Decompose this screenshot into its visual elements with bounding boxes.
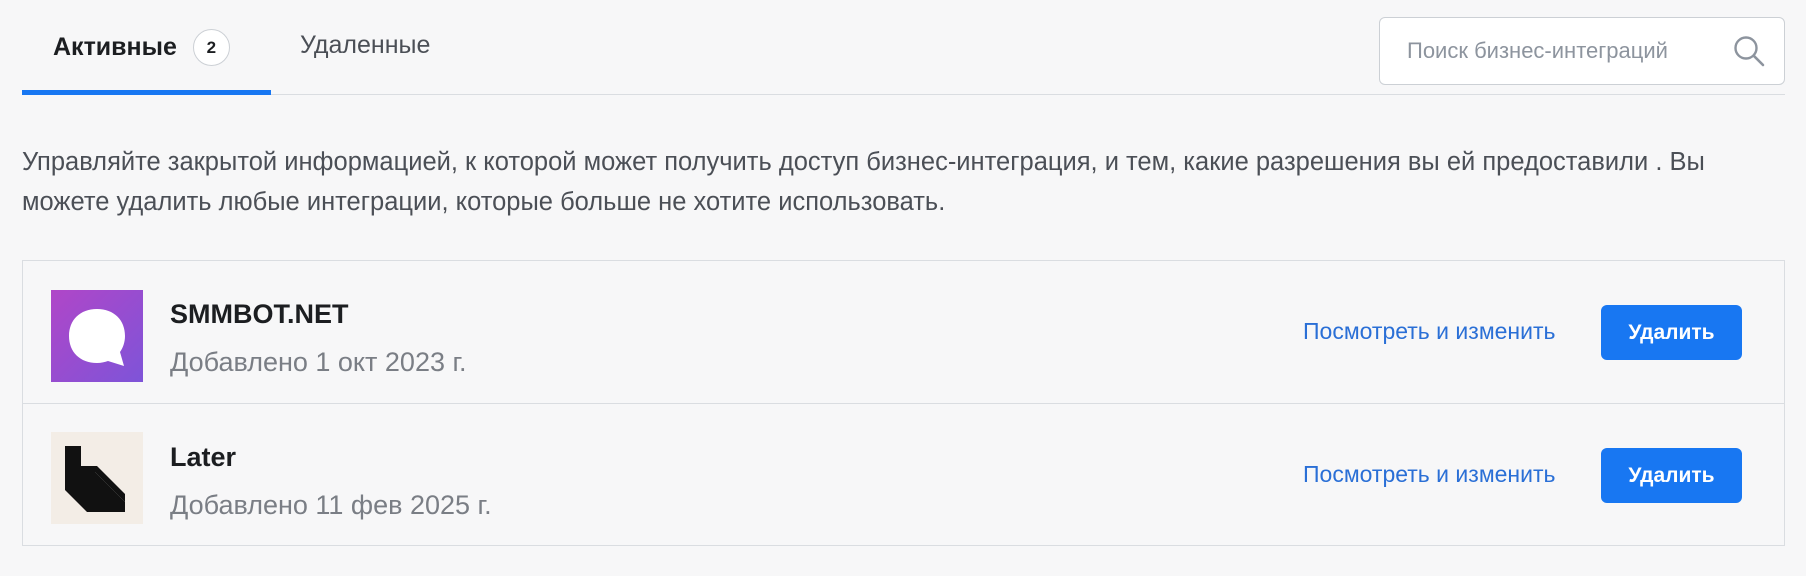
tab-active[interactable]: Активные 2 xyxy=(22,0,271,95)
tab-deleted[interactable]: Удаленные xyxy=(300,0,430,95)
business-integrations-page: Активные 2 Удаленные Управляйте закрытой… xyxy=(0,0,1806,576)
tab-active-label: Активные xyxy=(53,33,177,61)
search-box xyxy=(1379,17,1785,85)
view-and-edit-link[interactable]: Посмотреть и изменить xyxy=(1303,461,1555,488)
integrations-list: SMMBOT.NET Добавлено 1 окт 2023 г. Посмо… xyxy=(22,260,1785,546)
search-input[interactable] xyxy=(1405,37,1732,65)
integration-added-date: Добавлено 1 окт 2023 г. xyxy=(170,347,467,377)
tab-deleted-label: Удаленные xyxy=(300,30,431,59)
tab-active-count-badge: 2 xyxy=(192,29,230,66)
integration-row: Later Добавлено 11 фев 2025 г. Посмотрет… xyxy=(23,403,1784,545)
smmbot-logo xyxy=(51,290,143,382)
search-icon[interactable] xyxy=(1732,34,1766,68)
later-logo xyxy=(51,432,143,524)
page-description: Управляйте закрытой информацией, к котор… xyxy=(22,148,1705,216)
delete-button[interactable]: Удалить xyxy=(1601,305,1742,360)
integration-name: SMMBOT.NET xyxy=(170,299,349,329)
delete-button[interactable]: Удалить xyxy=(1601,448,1742,503)
integration-name: Later xyxy=(170,442,237,472)
view-and-edit-link[interactable]: Посмотреть и изменить xyxy=(1303,318,1555,345)
integration-added-date: Добавлено 11 фев 2025 г. xyxy=(170,490,492,520)
integration-row: SMMBOT.NET Добавлено 1 окт 2023 г. Посмо… xyxy=(23,261,1784,403)
